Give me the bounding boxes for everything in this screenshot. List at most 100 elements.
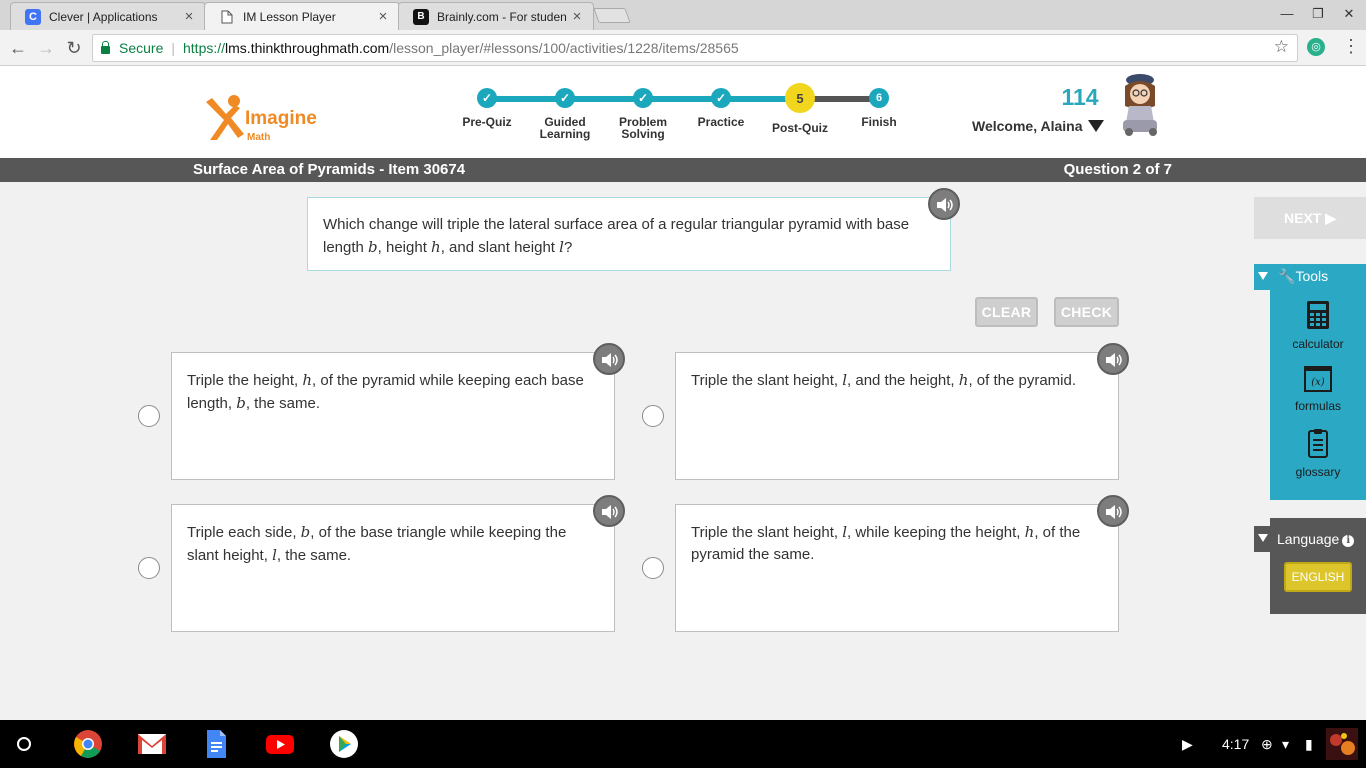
update-icon[interactable]: ⊕ [1261, 736, 1273, 753]
browser-toolbar: ← → ↻ Secure | https://lms.thinkthroughm… [0, 30, 1366, 66]
play-store-icon[interactable] [329, 729, 359, 759]
svg-text:(x): (x) [1311, 377, 1325, 388]
step-pre-quiz-check-icon: ✓ [477, 88, 497, 108]
url-separator: | [171, 40, 175, 56]
answer-audio-speaker-icon[interactable] [593, 343, 625, 375]
back-icon[interactable]: ← [6, 36, 30, 60]
tool-calculator[interactable]: calculator [1270, 300, 1366, 351]
step-label: Practice [697, 115, 745, 129]
bookmark-star-icon[interactable]: ☆ [1274, 37, 1289, 57]
step-finish: 6 [869, 88, 889, 108]
address-bar[interactable]: Secure | https://lms.thinkthroughmath.co… [92, 34, 1298, 62]
cast-icon[interactable]: ▶ [1182, 736, 1193, 753]
lesson-progress: ✓ Pre-Quiz ✓ Guided Learning ✓ Problem S… [440, 82, 930, 146]
wifi-icon[interactable]: ▾ [1282, 736, 1289, 753]
question-text: , height [377, 239, 432, 256]
answer-text: , of the pyramid. [968, 372, 1077, 389]
math-variable: h [431, 238, 441, 256]
clever-icon: C [25, 8, 41, 25]
tools-toggle[interactable] [1254, 264, 1366, 290]
step-label: Pre-Quiz [462, 115, 512, 129]
question-audio-speaker-icon[interactable] [928, 188, 960, 220]
logo-figure-icon [206, 95, 244, 140]
math-variable: h [958, 371, 969, 389]
answer-audio-speaker-icon[interactable] [1097, 495, 1129, 527]
tab-brainly[interactable]: B Brainly.com - For studen × [398, 2, 594, 30]
language-english-button[interactable]: ENGLISH [1284, 562, 1352, 592]
close-icon[interactable]: × [569, 8, 585, 25]
clock[interactable]: 4:17 [1222, 736, 1249, 752]
clear-button[interactable]: CLEAR [975, 297, 1038, 327]
restore-icon[interactable]: ❐ [1305, 4, 1331, 24]
answer-radio[interactable] [642, 405, 664, 427]
battery-icon[interactable]: ▮ [1305, 736, 1313, 753]
step-guided-learning-check-icon: ✓ [555, 88, 575, 108]
calculator-icon [1307, 301, 1329, 329]
answer-audio-speaker-icon[interactable] [593, 495, 625, 527]
language-label: Language [1277, 531, 1340, 547]
answer-text: , and the height, [847, 372, 959, 389]
logo-subtitle: Math [247, 132, 271, 143]
tools-panel: 🔧Tools calculator (x) formulas glossary [1270, 264, 1366, 500]
tab-title: Clever | Applications [49, 9, 158, 24]
answer-choice[interactable]: Triple each side, b, of the base triangl… [171, 504, 615, 632]
tab-clever[interactable]: C Clever | Applications × [10, 2, 206, 30]
step-label: Guided Learning [539, 115, 591, 141]
caret-down-icon[interactable] [1254, 526, 1272, 552]
caret-down-icon[interactable] [1088, 120, 1105, 132]
answer-radio[interactable] [138, 557, 160, 579]
tab-im-lesson-player[interactable]: IM Lesson Player × [204, 2, 400, 30]
avatar[interactable] [1115, 72, 1165, 138]
close-icon[interactable]: × [181, 8, 197, 25]
math-variable: b [368, 238, 378, 256]
page-icon [219, 9, 235, 25]
answer-choice[interactable]: Triple the slant height, l, and the heig… [675, 352, 1119, 480]
next-button[interactable]: NEXT ▶ [1254, 197, 1366, 239]
forward-icon[interactable]: → [34, 36, 58, 60]
answer-radio[interactable] [138, 405, 160, 427]
minimize-icon[interactable]: — [1274, 4, 1300, 24]
question-prompt: Which change will triple the lateral sur… [307, 197, 951, 271]
math-variable: h [1024, 523, 1035, 541]
answer-choice[interactable]: Triple the height, h, of the pyramid whi… [171, 352, 615, 480]
gmail-icon[interactable] [137, 729, 167, 759]
answer-text: , while keeping the height, [847, 524, 1025, 541]
lesson-title-bar: Surface Area of Pyramids - Item 30674 Qu… [0, 158, 1366, 182]
brainly-icon: B [413, 8, 429, 25]
language-panel: Language i ENGLISH [1270, 518, 1366, 614]
step-label: Post-Quiz [772, 121, 828, 135]
account-avatar[interactable] [1326, 728, 1358, 760]
answer-choice[interactable]: Triple the slant height, l, while keepin… [675, 504, 1119, 632]
tool-glossary[interactable]: glossary [1270, 428, 1366, 479]
window-close-icon[interactable]: ✕ [1336, 4, 1362, 24]
new-tab-button[interactable] [593, 8, 631, 23]
step-label: Finish [861, 115, 897, 129]
youtube-icon[interactable] [265, 729, 295, 759]
launcher-icon[interactable] [17, 737, 31, 751]
imagine-math-logo: Imagine Math [200, 88, 330, 148]
close-icon[interactable]: × [375, 8, 391, 25]
answer-text: Triple each side, [187, 524, 301, 541]
points-counter: 114 [1061, 84, 1099, 110]
answer-audio-speaker-icon[interactable] [1097, 343, 1129, 375]
step-label: Problem Solving [618, 115, 667, 141]
math-variable: b [236, 394, 246, 412]
chrome-icon[interactable] [73, 729, 103, 759]
user-menu[interactable]: Welcome, Alaina [972, 118, 1105, 134]
check-button[interactable]: CHECK [1054, 297, 1119, 327]
info-icon[interactable]: i [1342, 535, 1355, 547]
math-variable: h [302, 371, 313, 389]
answer-radio[interactable] [642, 557, 664, 579]
caret-down-icon[interactable] [1254, 264, 1272, 290]
answer-text: Triple the height, [187, 372, 303, 389]
url-host: lms.thinkthroughmath.com [225, 40, 390, 56]
tool-label: calculator [1292, 337, 1344, 351]
reload-icon[interactable]: ↻ [62, 36, 86, 60]
lesson-title: Surface Area of Pyramids - Item 30674 [193, 161, 466, 178]
language-header: Language i [1277, 531, 1355, 547]
docs-icon[interactable] [201, 729, 231, 759]
extension-icon[interactable]: ◎ [1307, 38, 1325, 56]
tool-formulas[interactable]: (x) formulas [1270, 366, 1366, 413]
question-counter: Question 2 of 7 [1063, 161, 1172, 178]
browser-menu-icon[interactable]: ⋮ [1342, 36, 1360, 57]
